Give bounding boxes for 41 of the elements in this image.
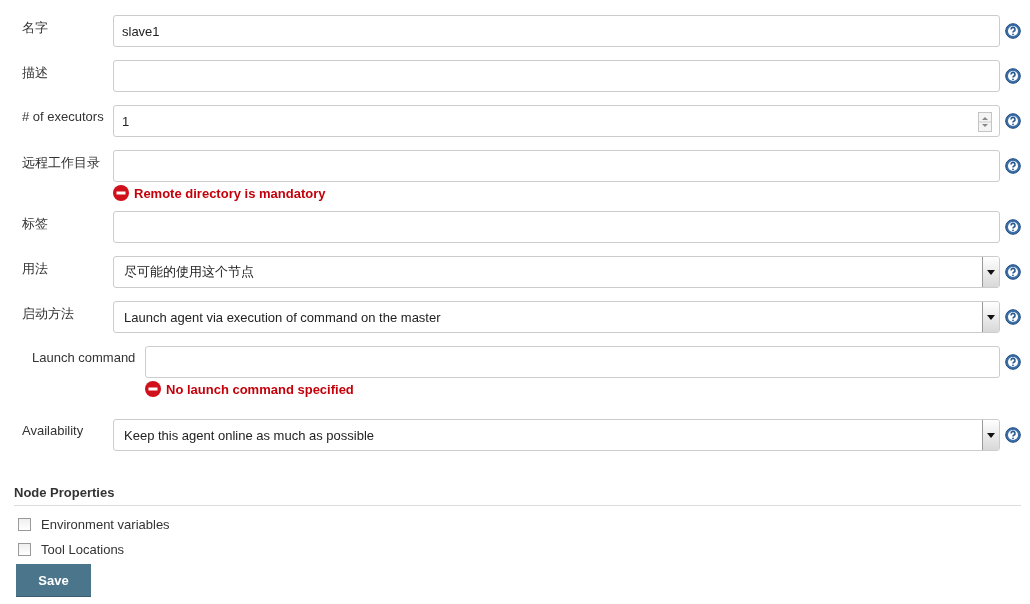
checkbox[interactable] — [18, 518, 31, 531]
help-icon[interactable] — [1005, 354, 1021, 370]
input-field[interactable] — [145, 346, 1000, 378]
field-label: Launch command — [32, 349, 137, 365]
checkbox[interactable] — [18, 543, 31, 556]
field-label: 启动方法 — [22, 305, 75, 323]
save-button[interactable]: Save — [16, 564, 91, 597]
error-message: Remote directory is mandatory — [134, 185, 326, 201]
help-icon[interactable] — [1005, 68, 1021, 84]
field-label: 用法 — [22, 260, 49, 278]
help-icon[interactable] — [1005, 309, 1021, 325]
field-label: 描述 — [22, 64, 49, 82]
input-field[interactable]: slave1 — [113, 15, 1000, 47]
caret-icon — [987, 269, 995, 275]
input-field[interactable] — [113, 60, 1000, 92]
help-icon[interactable] — [1005, 264, 1021, 280]
help-icon[interactable] — [1005, 219, 1021, 235]
error-icon — [145, 381, 161, 397]
help-icon[interactable] — [1005, 23, 1021, 39]
error-message: No launch command specified — [166, 381, 354, 397]
help-icon[interactable] — [1005, 427, 1021, 443]
error-icon — [113, 185, 129, 201]
field-label: # of executors — [22, 108, 105, 124]
checkbox-label[interactable]: Tool Locations — [41, 542, 125, 557]
input-field[interactable] — [113, 211, 1000, 243]
checkbox-label[interactable]: Environment variables — [41, 517, 170, 532]
dropdown[interactable]: Launch agent via execution of command on the master — [113, 301, 1000, 333]
spinner-icon[interactable] — [978, 112, 992, 132]
help-icon[interactable] — [1005, 158, 1021, 174]
dropdown[interactable]: 尽可能的使用这个节点 — [113, 256, 1000, 288]
field-label: 远程工作目录 — [22, 154, 101, 172]
field-label: 名字 — [22, 19, 49, 37]
caret-icon — [987, 432, 995, 438]
number-field[interactable]: 1 — [113, 105, 1000, 137]
dropdown[interactable]: Keep this agent online as much as possible — [113, 419, 1000, 451]
field-label: 标签 — [22, 215, 49, 233]
field-label: Availability — [22, 422, 85, 438]
help-icon[interactable] — [1005, 113, 1021, 129]
section-heading: Node Properties — [14, 485, 1021, 506]
caret-icon — [987, 314, 995, 320]
input-field[interactable] — [113, 150, 1000, 182]
